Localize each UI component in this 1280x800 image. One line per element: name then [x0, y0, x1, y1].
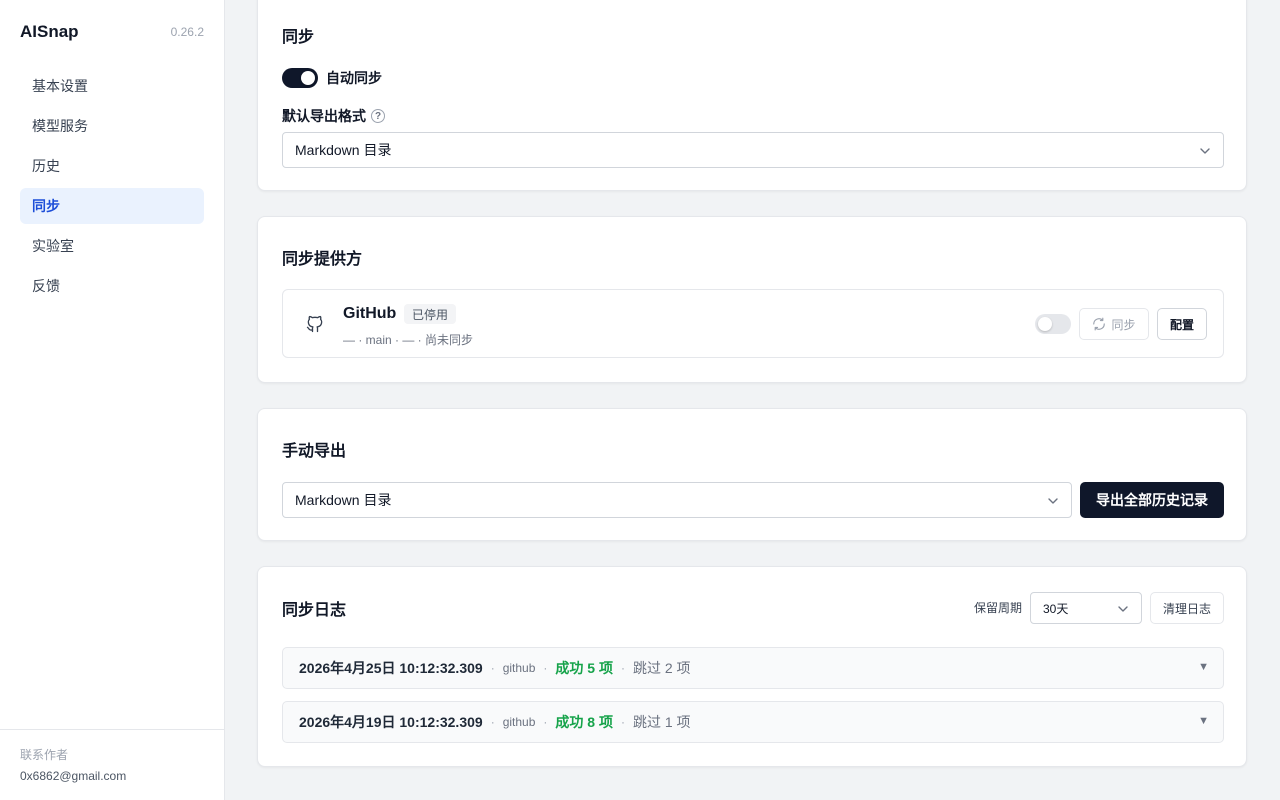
sidebar-item-label: 基本设置 [32, 78, 88, 94]
toggle-knob [301, 71, 315, 85]
sidebar-item-sync[interactable]: 同步 [20, 188, 204, 224]
sidebar-nav: 基本设置 模型服务 历史 同步 实验室 反馈 [20, 68, 204, 308]
sidebar-item-basic-settings[interactable]: 基本设置 [20, 68, 204, 104]
sync-providers-title: 同步提供方 [282, 251, 363, 268]
sync-providers-card: 同步提供方 GitHub 已停用 — · main · — · 尚未同步 同步 … [257, 216, 1247, 383]
chevron-down-icon [1118, 606, 1128, 612]
retention-label: 保留周期 [974, 601, 1023, 615]
provider-enable-toggle[interactable] [1035, 314, 1071, 334]
refresh-icon [1093, 317, 1106, 331]
retention-select[interactable]: 30天 [1030, 592, 1142, 624]
retention-value: 30天 [1043, 601, 1069, 616]
status-badge: 已停用 [404, 304, 457, 324]
separator-dot: · [620, 661, 625, 675]
configure-button[interactable]: 配置 [1157, 308, 1207, 340]
auto-sync-label: 自动同步 [326, 70, 382, 86]
sync-now-label: 同步 [1111, 317, 1136, 332]
log-success-count: 成功 5 项 [555, 660, 613, 676]
separator-dot: · [543, 661, 548, 675]
log-date: 2026年4月25日 10:12:32.309 [299, 660, 483, 676]
sidebar-item-label: 反馈 [32, 278, 60, 294]
clear-log-button[interactable]: 清理日志 [1150, 592, 1224, 624]
log-provider: github [502, 715, 536, 729]
sidebar-item-label: 实验室 [32, 238, 74, 254]
provider-name: GitHub [343, 305, 397, 322]
sync-log-card: 同步日志 保留周期 30天 清理日志 2026年4月25日 10:12:32.3… [257, 566, 1247, 767]
auto-sync-toggle[interactable] [282, 68, 318, 88]
log-entry[interactable]: 2026年4月19日 10:12:32.309 · github · 成功 8 … [282, 701, 1224, 743]
chevron-down-icon [1048, 498, 1058, 504]
app-version: 0.26.2 [170, 25, 204, 39]
default-format-value: Markdown 目录 [295, 142, 392, 158]
auto-sync-row: 自动同步 [282, 68, 382, 88]
export-all-history-button[interactable]: 导出全部历史记录 [1080, 482, 1224, 518]
contact-label: 联系作者 [20, 748, 69, 762]
sidebar-item-lab[interactable]: 实验室 [20, 228, 204, 264]
contact-email[interactable]: 0x6862@gmail.com [20, 769, 204, 783]
separator-dot: · [543, 715, 548, 729]
chevron-down-icon [1200, 148, 1210, 154]
sidebar-item-feedback[interactable]: 反馈 [20, 268, 204, 304]
expand-triangle-icon: ▼ [1198, 661, 1209, 673]
log-skipped-count: 跳过 2 项 [632, 660, 691, 676]
toggle-knob [1038, 317, 1052, 331]
log-date: 2026年4月19日 10:12:32.309 [299, 714, 483, 730]
separator-dot: · [620, 715, 625, 729]
default-format-select[interactable]: Markdown 目录 [282, 132, 1224, 168]
provider-meta: — · main · — · 尚未同步 [343, 333, 474, 347]
sidebar-footer: 联系作者 0x6862@gmail.com [0, 729, 224, 800]
export-format-value: Markdown 目录 [295, 492, 392, 508]
help-icon[interactable]: ? [371, 109, 385, 123]
sync-now-button[interactable]: 同步 [1079, 308, 1149, 340]
sidebar-item-label: 同步 [32, 198, 60, 214]
provider-github-row: GitHub 已停用 — · main · — · 尚未同步 同步 配置 [282, 289, 1224, 358]
default-format-label-row: 默认导出格式 ? [282, 106, 385, 126]
sidebar: AISnap 0.26.2 基本设置 模型服务 历史 同步 实验室 反馈 联系作… [0, 0, 225, 800]
sidebar-item-model-services[interactable]: 模型服务 [20, 108, 204, 144]
sync-settings-title: 同步 [282, 29, 315, 46]
github-icon [306, 315, 323, 333]
sync-log-title: 同步日志 [282, 602, 347, 619]
export-format-select[interactable]: Markdown 目录 [282, 482, 1072, 518]
log-provider: github [502, 661, 536, 675]
app-name: AISnap [20, 22, 79, 41]
expand-triangle-icon: ▼ [1198, 715, 1209, 727]
separator-dot: · [490, 661, 495, 675]
separator-dot: · [490, 715, 495, 729]
sidebar-item-label: 历史 [32, 158, 60, 174]
sync-settings-card: 同步 自动同步 默认导出格式 ? Markdown 目录 [257, 0, 1247, 191]
log-entry[interactable]: 2026年4月25日 10:12:32.309 · github · 成功 5 … [282, 647, 1224, 689]
sidebar-item-label: 模型服务 [32, 118, 88, 134]
manual-export-title: 手动导出 [282, 443, 347, 460]
sidebar-item-history[interactable]: 历史 [20, 148, 204, 184]
manual-export-card: 手动导出 Markdown 目录 导出全部历史记录 [257, 408, 1247, 541]
log-success-count: 成功 8 项 [555, 714, 613, 730]
default-format-label: 默认导出格式 [282, 108, 366, 124]
log-skipped-count: 跳过 1 项 [632, 714, 691, 730]
